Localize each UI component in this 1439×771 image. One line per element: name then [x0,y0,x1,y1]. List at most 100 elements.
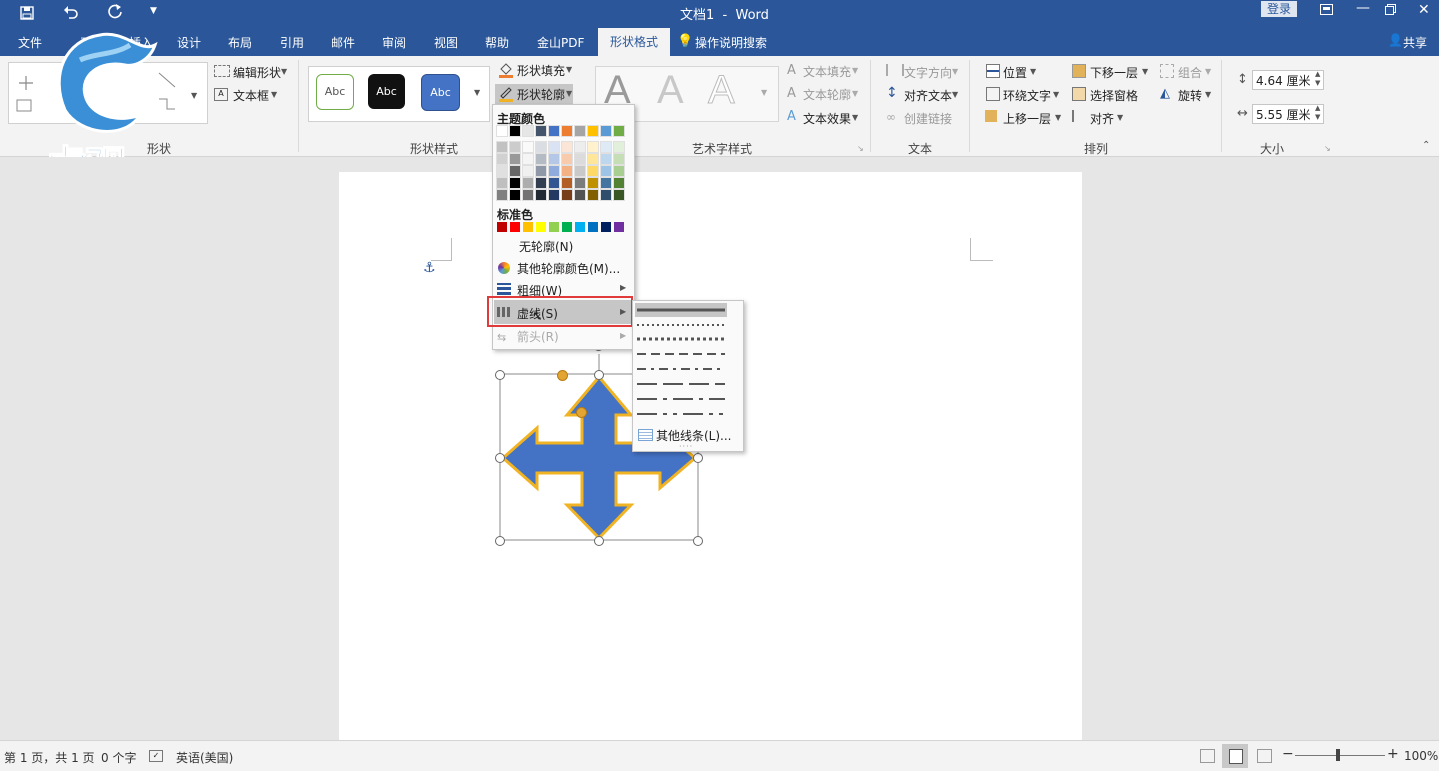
group-button[interactable]: 组合 [1178,64,1202,81]
theme-color-swatch[interactable] [522,177,534,189]
position-button[interactable]: 位置 [1003,64,1027,81]
theme-color-swatch[interactable] [561,177,573,189]
login-button[interactable]: 登录 [1261,1,1297,17]
theme-color-grid[interactable] [496,125,631,204]
theme-color-swatch[interactable] [548,189,560,201]
theme-color-swatch[interactable] [509,189,521,201]
zoom-slider[interactable] [1295,755,1385,756]
tab-file[interactable]: 文件 [18,34,42,51]
theme-color-swatch[interactable] [587,165,599,177]
undo-icon[interactable] [63,4,79,20]
theme-color-swatch[interactable] [509,177,521,189]
theme-color-swatch[interactable] [535,153,547,165]
theme-color-swatch[interactable] [600,125,612,137]
theme-color-swatch[interactable] [535,125,547,137]
size-dialog-launcher-icon[interactable]: ↘ [1324,144,1331,153]
theme-color-swatch[interactable] [600,177,612,189]
theme-color-swatch[interactable] [574,125,586,137]
theme-color-swatch[interactable] [509,141,521,153]
theme-color-swatch[interactable] [522,189,534,201]
theme-color-swatch[interactable] [587,153,599,165]
standard-color-swatch[interactable] [588,222,598,232]
collapse-ribbon-icon[interactable]: ⌃ [1422,140,1430,151]
create-link-button[interactable]: 创建链接 [904,110,952,127]
shape-height-input[interactable]: 4.64 厘米 [1252,70,1324,90]
theme-color-swatch[interactable] [522,141,534,153]
more-outline-colors-item[interactable]: 其他轮廓颜色(M)... [517,260,620,277]
resize-handle-br[interactable] [693,536,703,546]
theme-color-swatch[interactable] [600,189,612,201]
theme-color-swatch[interactable] [587,189,599,201]
theme-color-swatch[interactable] [522,165,534,177]
theme-color-swatch[interactable] [561,125,573,137]
adjust-handle-2[interactable] [576,407,587,418]
standard-color-swatch[interactable] [510,222,520,232]
zoom-in-icon[interactable]: + [1387,746,1399,762]
text-box-button[interactable]: 文本框 [233,87,269,104]
theme-color-swatch[interactable] [496,153,508,165]
web-layout-icon[interactable] [1257,749,1272,763]
resize-grip-icon[interactable]: ···· [679,442,693,451]
shape-width-input[interactable]: 5.55 厘米 [1252,104,1324,124]
align-text-button[interactable]: 对齐文本 [904,87,952,104]
language-status[interactable]: 英语(美国) [176,749,233,766]
theme-color-swatch[interactable] [561,153,573,165]
ribbon-display-options-icon[interactable] [1320,4,1333,15]
tab-design[interactable]: 设计 [177,34,201,51]
standard-color-swatch[interactable] [575,222,585,232]
wordart-style-2[interactable]: A [657,68,684,113]
shape-gallery-more-icon[interactable]: ▼ [191,91,197,100]
theme-color-swatch[interactable] [587,141,599,153]
tab-references[interactable]: 引用 [280,34,304,51]
resize-handle-tl[interactable] [495,370,505,380]
arrows-item[interactable]: 箭头(R) [517,328,559,345]
edit-shape-button[interactable]: 编辑形状 [233,64,281,81]
no-outline-item[interactable]: 无轮廓(N) [519,238,573,255]
theme-color-swatch[interactable] [561,165,573,177]
tab-view[interactable]: 视图 [434,34,458,51]
theme-color-swatch[interactable] [574,165,586,177]
read-mode-icon[interactable] [1200,749,1215,763]
align-objects-button[interactable]: 对齐 [1090,110,1114,127]
proofing-icon[interactable]: ✓ [149,750,163,762]
theme-color-swatch[interactable] [509,125,521,137]
theme-color-swatch[interactable] [535,189,547,201]
standard-color-swatch[interactable] [614,222,624,232]
theme-color-swatch[interactable] [548,141,560,153]
customize-quick-access-icon[interactable]: ▼ [150,6,157,16]
resize-handle-r[interactable] [693,453,703,463]
standard-color-swatch[interactable] [562,222,572,232]
theme-color-swatch[interactable] [561,141,573,153]
standard-color-swatch[interactable] [549,222,559,232]
theme-color-swatch[interactable] [548,165,560,177]
theme-color-swatch[interactable] [574,189,586,201]
standard-color-row[interactable] [496,222,631,234]
share-button[interactable]: 共享 [1403,34,1427,51]
shape-outline-button[interactable]: 形状轮廓 [517,86,565,103]
theme-color-swatch[interactable] [613,141,625,153]
shape-style-blue[interactable]: Abc [421,74,460,111]
theme-color-swatch[interactable] [613,189,625,201]
theme-color-swatch[interactable] [496,165,508,177]
shape-style-black[interactable]: Abc [368,74,405,109]
tell-me-search[interactable]: 操作说明搜索 [695,34,767,51]
theme-color-swatch[interactable] [574,177,586,189]
theme-color-swatch[interactable] [600,165,612,177]
zoom-out-icon[interactable]: − [1282,746,1294,762]
resize-handle-bl[interactable] [495,536,505,546]
shape-width-spinner-icon[interactable]: ▲ ▼ [1315,104,1320,122]
zoom-slider-thumb[interactable] [1336,749,1340,761]
theme-color-swatch[interactable] [535,165,547,177]
tab-kingsoft-pdf[interactable]: 金山PDF [537,34,584,51]
theme-color-swatch[interactable] [496,125,508,137]
wordart-dialog-launcher-icon[interactable]: ↘ [857,144,864,153]
theme-color-swatch[interactable] [496,177,508,189]
shape-style-more-icon[interactable]: ▼ [474,88,480,97]
theme-color-swatch[interactable] [522,153,534,165]
theme-color-swatch[interactable] [548,177,560,189]
standard-color-swatch[interactable] [536,222,546,232]
tab-shape-format[interactable]: 形状格式 [598,28,671,56]
save-icon[interactable] [20,6,34,20]
document-page[interactable]: ⚓ [339,172,1082,742]
theme-color-swatch[interactable] [587,125,599,137]
